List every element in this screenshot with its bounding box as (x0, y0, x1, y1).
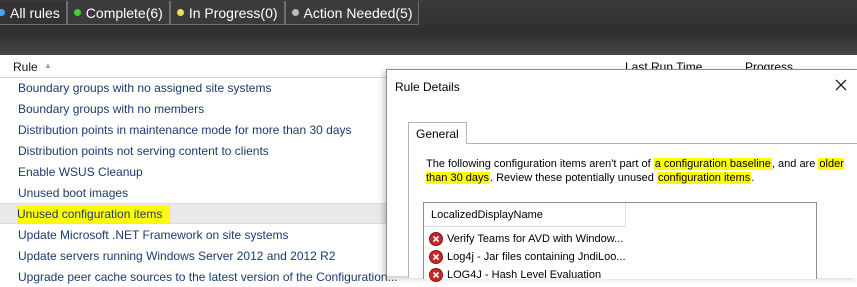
column-header-rule[interactable]: Rule (13, 60, 38, 74)
description-text: . (751, 172, 755, 184)
grid-row[interactable]: Log4j - Jar files containing JndiLoo... (429, 248, 626, 266)
rule-name: Distribution points not serving content … (18, 143, 269, 158)
filter-tabs: All rules Complete(6) In Progress(0) Act… (0, 1, 420, 27)
rule-name: Update Microsoft .NET Framework on site … (18, 227, 289, 242)
rule-name: Distribution points in maintenance mode … (18, 122, 352, 137)
dialog-body: General The following configuration item… (395, 122, 857, 282)
status-dot-icon (291, 9, 299, 16)
status-dot-icon (73, 9, 81, 16)
tab-complete[interactable]: Complete(6) (66, 1, 170, 25)
rule-name: Unused boot images (18, 185, 129, 200)
rule-name: Enable WSUS Cleanup (18, 164, 143, 179)
description-highlight: a configuration baseline (653, 158, 772, 170)
rule-name: Upgrade peer cache sources to the latest… (18, 269, 398, 284)
close-icon[interactable] (833, 77, 849, 93)
general-panel: The following configuration items aren't… (408, 143, 857, 282)
tab-general[interactable]: General (408, 122, 467, 144)
error-icon (429, 250, 443, 264)
status-dot-icon (176, 9, 184, 16)
column-header-localized-display-name[interactable]: LocalizedDisplayName (424, 203, 626, 227)
rule-details-dialog: Rule Details General The following confi… (386, 69, 857, 282)
item-name: Verify Teams for AVD with Window... (447, 233, 624, 245)
rule-name: Unused configuration items (17, 204, 171, 223)
tab-label: All rules (10, 4, 60, 21)
error-icon (429, 232, 443, 246)
rule-name: Boundary groups with no members (18, 101, 205, 116)
description-text: The following configuration items aren't… (426, 158, 654, 170)
description-highlight: configuration items (656, 172, 752, 184)
tab-in-progress[interactable]: In Progress(0) (169, 1, 285, 25)
grid-row[interactable]: LOG4J - Hash Level Evaluation (429, 266, 601, 284)
tab-all-rules[interactable]: All rules (0, 1, 67, 25)
tab-action-needed[interactable]: Action Needed(5) (284, 1, 420, 25)
error-icon (429, 268, 443, 282)
filter-bar: All rules Complete(6) In Progress(0) Act… (0, 0, 857, 55)
configuration-items-grid: LocalizedDisplayName Verify Teams for AV… (423, 202, 817, 282)
tab-label: In Progress(0) (188, 4, 278, 21)
status-dot-icon (0, 9, 5, 16)
column-header-label: LocalizedDisplayName (431, 209, 543, 221)
sort-ascending-icon: ▲ (44, 61, 52, 70)
item-name: LOG4J - Hash Level Evaluation (447, 269, 602, 281)
rule-name: Update servers running Windows Server 20… (18, 248, 336, 263)
description-text: . Review these potentially unused (490, 172, 657, 184)
tab-label: Complete(6) (85, 4, 163, 21)
item-name: Log4j - Jar files containing JndiLoo... (447, 251, 626, 263)
description-text: , and are (771, 158, 819, 170)
rule-description: The following configuration items aren't… (426, 157, 846, 185)
grid-row[interactable]: Verify Teams for AVD with Window... (429, 230, 623, 248)
rule-name: Boundary groups with no assigned site sy… (18, 80, 272, 95)
dialog-title: Rule Details (395, 80, 460, 94)
tab-label: General (416, 126, 459, 141)
tab-label: Action Needed(5) (303, 4, 413, 21)
